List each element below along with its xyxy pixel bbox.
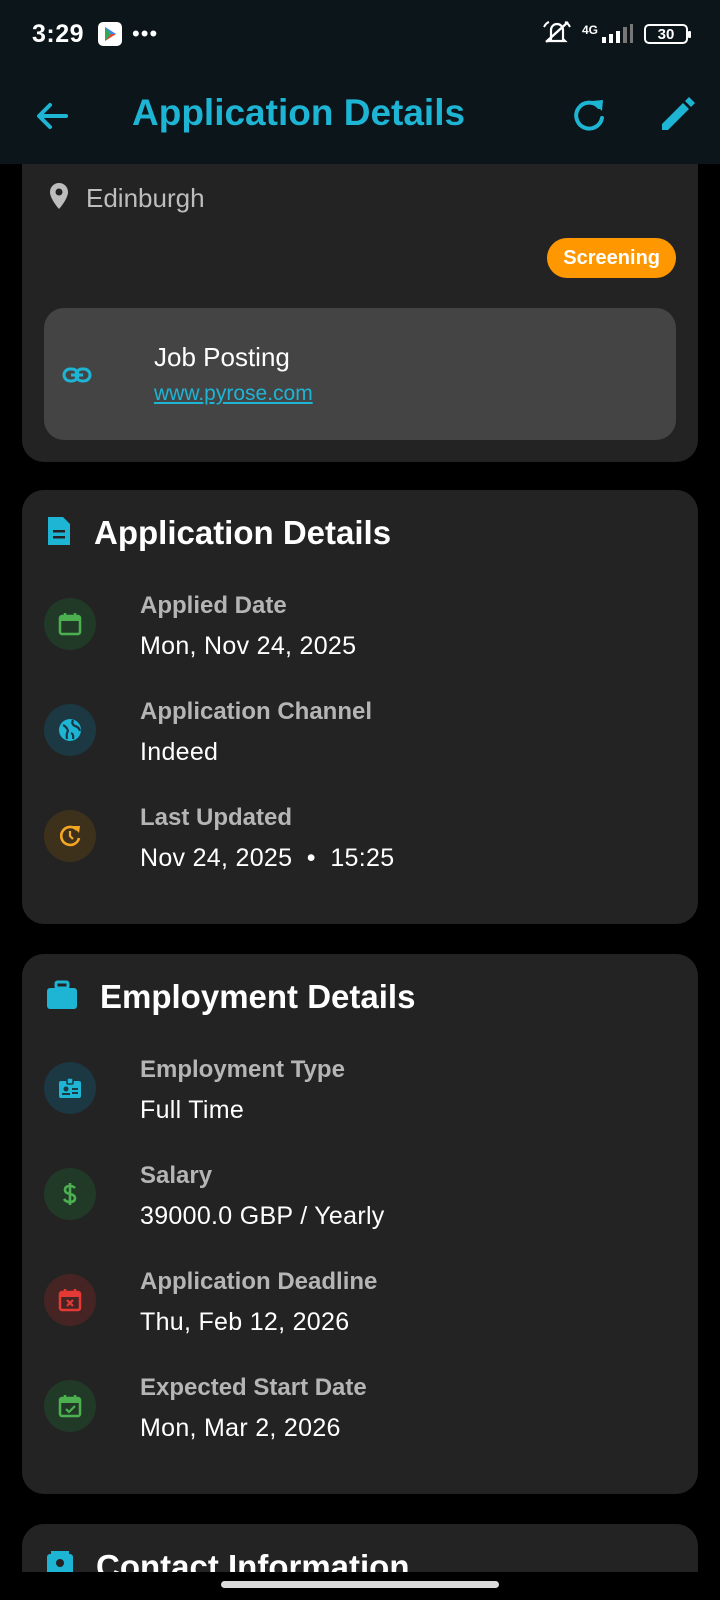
job-posting-link[interactable]: Job Posting www.pyrose.com: [44, 308, 676, 440]
signal-icon: 4G: [582, 23, 634, 45]
update-icon: [44, 810, 96, 862]
detail-row-salary: Salary 39000.0 GBP / Yearly: [44, 1158, 674, 1248]
globe-icon: [44, 704, 96, 756]
battery-icon: 30: [644, 24, 691, 44]
section-title: Application Details: [94, 514, 392, 551]
location-row: Edinburgh: [48, 182, 205, 215]
detail-row-expected-start-date: Expected Start Date Mon, Mar 2, 2026: [44, 1370, 674, 1460]
location-text: Edinburgh: [86, 183, 205, 213]
job-posting-url[interactable]: www.pyrose.com: [154, 382, 313, 406]
status-bar: 3:29 ••• 4G 30: [0, 0, 720, 68]
edit-pencil-icon[interactable]: [656, 94, 698, 136]
detail-row-applied-date: Applied Date Mon, Nov 24, 2025: [44, 588, 674, 678]
detail-value: Mon, Nov 24, 2025: [140, 632, 357, 660]
calendar-x-icon: [44, 1274, 96, 1326]
refresh-icon[interactable]: [568, 94, 610, 136]
detail-value: Mon, Mar 2, 2026: [140, 1414, 341, 1442]
status-time: 3:29: [32, 19, 85, 48]
detail-label: Last Updated: [140, 804, 293, 831]
job-posting-title: Job Posting: [154, 342, 290, 372]
badge-icon: [44, 1062, 96, 1114]
play-store-icon: [98, 22, 123, 46]
employment-details-header: Employment Details: [46, 978, 415, 1016]
application-details-card: Application Details Applied Date Mon, No…: [22, 490, 698, 924]
detail-label: Employment Type: [140, 1056, 345, 1083]
home-indicator[interactable]: [221, 1581, 499, 1588]
detail-row-employment-type: Employment Type Full Time: [44, 1052, 674, 1142]
back-arrow-icon[interactable]: [32, 96, 72, 136]
detail-label: Application Channel: [140, 698, 373, 725]
detail-value: Nov 24, 2025 • 15:25: [140, 844, 395, 872]
status-icons: 4G 30: [542, 19, 691, 50]
detail-label: Salary: [140, 1162, 213, 1189]
more-notifications-icon: •••: [132, 21, 159, 46]
detail-value: Indeed: [140, 738, 219, 766]
section-title: Employment Details: [100, 978, 416, 1015]
detail-label: Applied Date: [140, 592, 287, 619]
calendar-icon: [44, 598, 96, 650]
link-icon: [62, 360, 92, 390]
dollar-icon: [44, 1168, 96, 1220]
detail-value: Full Time: [140, 1096, 245, 1124]
detail-row-application-deadline: Application Deadline Thu, Feb 12, 2026: [44, 1264, 674, 1354]
document-icon: [46, 515, 72, 552]
page-title: Application Details: [132, 92, 466, 133]
detail-label: Application Deadline: [140, 1268, 378, 1295]
location-pin-icon: [48, 182, 70, 215]
detail-value: 39000.0 GBP / Yearly: [140, 1202, 385, 1230]
detail-row-application-channel: Application Channel Indeed: [44, 694, 674, 784]
employment-details-card: Employment Details Employment Type Full …: [22, 954, 698, 1494]
job-summary-card: Edinburgh Screening Job Posting www.pyro…: [22, 140, 698, 462]
application-details-header: Application Details: [46, 514, 391, 552]
status-badge: Screening: [547, 238, 676, 278]
briefcase-icon: [46, 980, 78, 1015]
detail-label: Expected Start Date: [140, 1374, 367, 1401]
calendar-check-icon: [44, 1380, 96, 1432]
detail-value: Thu, Feb 12, 2026: [140, 1308, 350, 1336]
app-bar: Application Details: [0, 68, 720, 164]
network-type: 4G: [581, 23, 598, 37]
detail-row-last-updated: Last Updated Nov 24, 2025 • 15:25: [44, 800, 674, 890]
mute-icon: [542, 19, 572, 50]
